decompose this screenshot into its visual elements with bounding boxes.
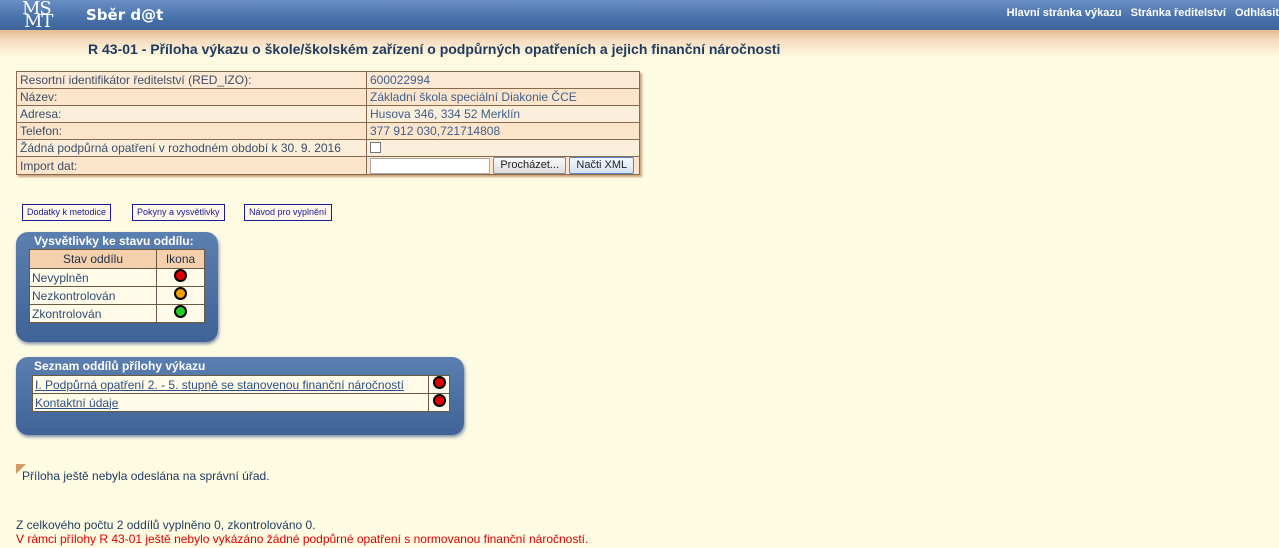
warning-note: V rámci přílohy R 43-01 ještě nebylo vyk…: [16, 532, 589, 546]
browse-button[interactable]: Procházet...: [493, 157, 567, 175]
app-title: Sběr d@t: [86, 6, 164, 24]
legend-row-label: Nevyplněn: [29, 268, 157, 287]
no-measures-cell: [366, 139, 640, 157]
legend-row-label: Zkontrolován: [29, 304, 157, 323]
red-izo-label: Resortní identifikátor ředitelství (RED_…: [16, 71, 367, 89]
status-orange-icon: [174, 287, 187, 300]
nav-directorate-page[interactable]: Stránka ředitelství: [1131, 7, 1226, 19]
addenda-button[interactable]: Dodatky k metodice: [22, 204, 112, 221]
top-bar: MŠ MT Sběr d@t Hlavní stránka výkazu Strá…: [0, 0, 1279, 32]
import-label: Import dat:: [16, 155, 367, 176]
status-red-icon: [432, 376, 446, 389]
status-red-icon: [174, 269, 187, 282]
phone-label: Telefon:: [16, 122, 367, 140]
school-info-table: Resortní identifikátor ředitelství (RED_…: [16, 71, 640, 176]
page-title: R 43-01 - Příloha výkazu o škole/školské…: [88, 41, 781, 57]
logo-text-bottom: MT: [24, 11, 53, 32]
red-izo-value: 600022994: [366, 71, 640, 89]
no-measures-label: Žádná podpůrná opatření v rozhodném obdo…: [16, 139, 367, 157]
section-link-kontaktni-udaje[interactable]: Kontaktní údaje: [35, 396, 118, 410]
instructions-button[interactable]: Pokyny a vysvětlivky: [132, 204, 225, 221]
legend-panel: Vysvětlivky ke stavu oddílu: Stav oddílu…: [16, 232, 218, 342]
section-row: I. Podpůrná opatření 2. - 5. stupně se s…: [32, 375, 429, 394]
no-measures-checkbox[interactable]: [370, 142, 381, 154]
load-xml-button[interactable]: Načti XML: [569, 157, 635, 175]
section-row: Kontaktní údaje: [32, 393, 429, 412]
legend-table: Stav oddílu Ikona Nevyplněn Nezkontrolov…: [29, 249, 205, 323]
legend-title: Vysvětlivky ke stavu oddílu:: [34, 234, 194, 248]
not-sent-note: Příloha ještě nebyla odeslána na správní…: [22, 469, 270, 483]
name-label: Název:: [16, 88, 367, 106]
status-green-icon: [174, 305, 187, 318]
sections-panel: Seznam oddílů přílohy výkazu I. Podpůrná…: [16, 357, 464, 435]
guide-button[interactable]: Návod pro vyplnění: [244, 204, 332, 221]
name-value: Základní škola speciální Diakonie ČCE: [366, 88, 640, 106]
nav-report-home[interactable]: Hlavní stránka výkazu: [1007, 7, 1122, 19]
legend-col-state: Stav oddílu: [29, 249, 157, 269]
address-label: Adresa:: [16, 105, 367, 123]
msmt-logo: MŠ MT: [22, 0, 62, 32]
sections-title: Seznam oddílů přílohy výkazu: [34, 359, 206, 373]
file-path-input[interactable]: [370, 157, 490, 174]
address-value: Husova 346, 334 52 Merklín: [366, 105, 640, 123]
status-red-icon: [432, 394, 446, 407]
legend-row-label: Nezkontrolován: [29, 286, 157, 305]
import-cell: Procházet... Načti XML: [366, 155, 640, 176]
phone-value: 377 912 030,721714808: [366, 122, 640, 140]
nav-logout[interactable]: Odhlásit: [1235, 7, 1279, 19]
section-link-podpurna-opatreni[interactable]: I. Podpůrná opatření 2. - 5. stupně se s…: [35, 378, 404, 392]
top-nav: Hlavní stránka výkazu Stránka ředitelství…: [998, 7, 1279, 19]
legend-col-icon: Ikona: [156, 249, 205, 269]
sections-table: I. Podpůrná opatření 2. - 5. stupně se s…: [32, 375, 450, 412]
summary-note: Z celkového počtu 2 oddílů vyplněno 0, z…: [16, 518, 316, 532]
